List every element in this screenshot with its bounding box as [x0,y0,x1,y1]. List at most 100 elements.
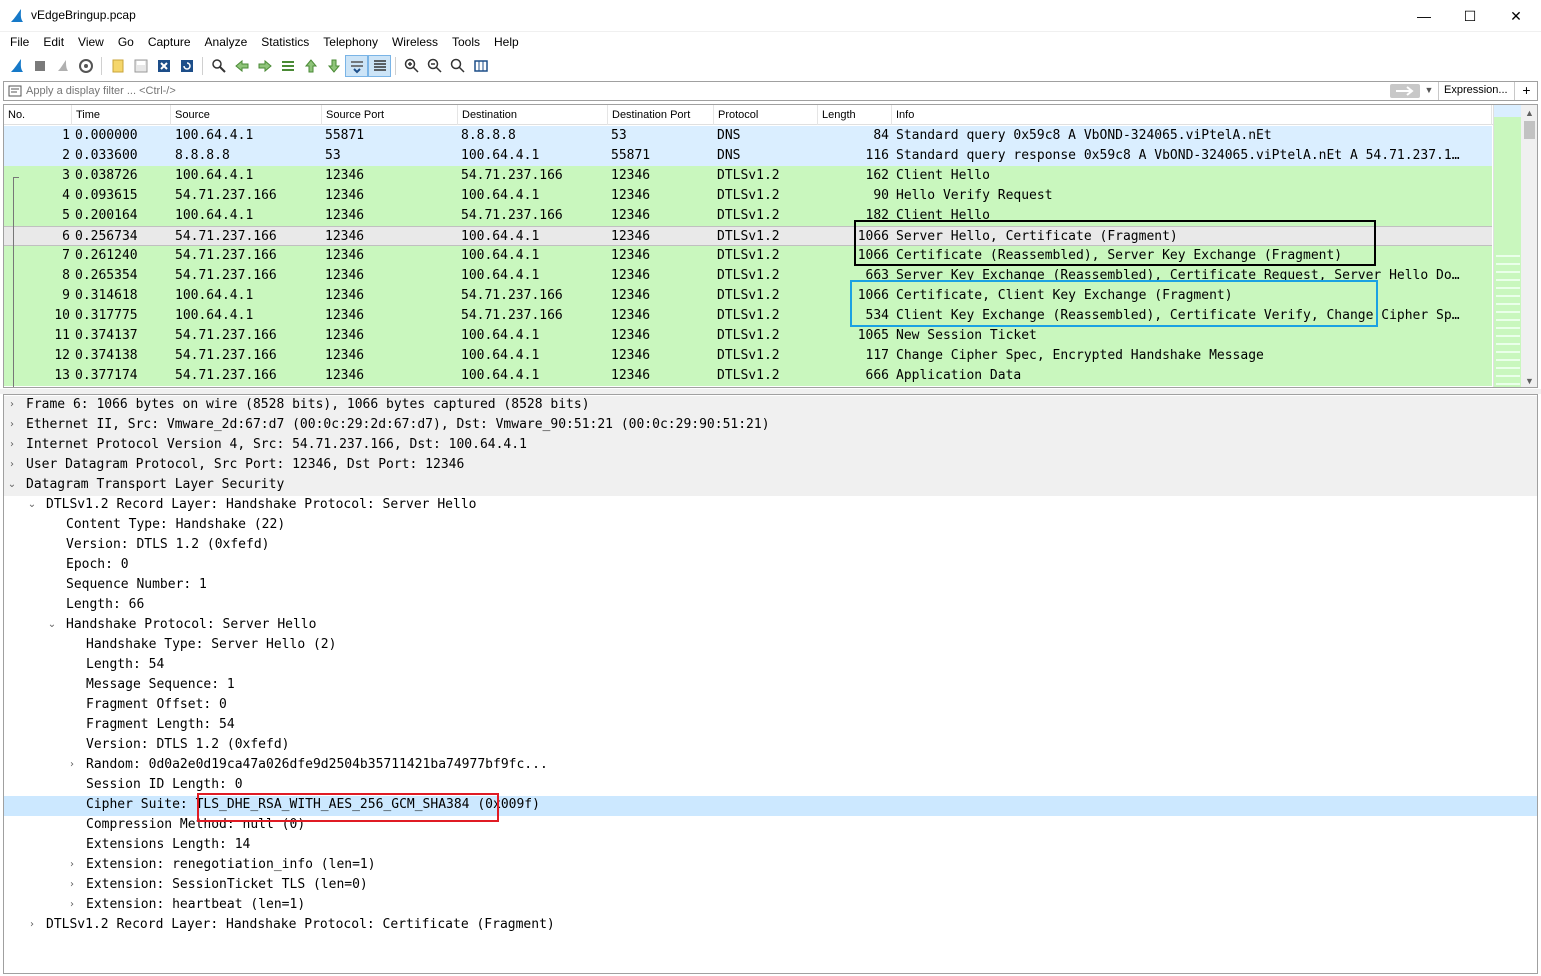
menu-help[interactable]: Help [487,32,526,52]
detail-tree-item[interactable]: Length: 66 [4,596,1537,616]
menu-capture[interactable]: Capture [141,32,198,52]
expand-arrow-icon[interactable]: › [66,759,78,770]
go-last-icon[interactable] [322,55,345,77]
detail-tree-item[interactable]: › Extension: renegotiation_info (len=1) [4,856,1537,876]
add-filter-button[interactable]: + [1514,82,1538,100]
packet-list-scrollbar[interactable]: ▲ ▼ [1521,105,1537,387]
detail-tree-item[interactable]: Epoch: 0 [4,556,1537,576]
capture-options-icon[interactable] [74,55,97,77]
stop-icon[interactable] [28,55,51,77]
column-header-info[interactable]: Info [892,105,1492,125]
detail-tree-item[interactable]: Fragment Offset: 0 [4,696,1537,716]
expand-arrow-icon[interactable]: › [66,859,78,870]
expression-button[interactable]: Expression... [1438,82,1513,100]
menu-wireless[interactable]: Wireless [385,32,445,52]
colorize-icon[interactable] [368,55,391,77]
detail-tree-item[interactable]: Sequence Number: 1 [4,576,1537,596]
open-file-icon[interactable] [106,55,129,77]
packet-row[interactable]: 3 0.038726 100.64.4.1 12346 54.71.237.166 123… [4,166,1492,186]
detail-tree-item[interactable]: Extensions Length: 14 [4,836,1537,856]
packet-row[interactable]: 11 0.374137 54.71.237.166 12346 100.64.4.1 12… [4,326,1492,346]
column-header-source-port[interactable]: Source Port [322,105,458,125]
column-header-no[interactable]: No. [4,105,72,125]
packet-row[interactable]: 8 0.265354 54.71.237.166 12346 100.64.4.1 123… [4,266,1492,286]
expand-arrow-icon[interactable]: › [6,459,18,470]
expand-arrow-icon[interactable]: › [26,919,38,930]
find-icon[interactable] [207,55,230,77]
detail-tree-item[interactable]: Session ID Length: 0 [4,776,1537,796]
shark-start-icon[interactable] [5,55,28,77]
close-file-icon[interactable] [152,55,175,77]
packet-row[interactable]: 2 0.033600 8.8.8.8 53 100.64.4.1 55871 DNS 116 S… [4,146,1492,166]
bookmark-filter-icon[interactable] [8,85,22,97]
packet-row[interactable]: 12 0.374138 54.71.237.166 12346 100.64.4.1 12… [4,346,1492,366]
menu-analyze[interactable]: Analyze [198,32,255,52]
detail-tree-item[interactable]: › Internet Protocol Version 4, Src: 54.71… [4,436,1537,456]
detail-tree-item[interactable]: Cipher Suite: TLS_DHE_RSA_WITH_AES_256_G… [4,796,1537,816]
collapse-arrow-icon[interactable]: ⌄ [26,499,38,510]
column-header-destination[interactable]: Destination [458,105,608,125]
detail-tree-item[interactable]: Handshake Type: Server Hello (2) [4,636,1537,656]
menu-edit[interactable]: Edit [36,32,71,52]
expand-arrow-icon[interactable]: › [6,439,18,450]
expand-arrow-icon[interactable]: › [66,899,78,910]
detail-tree-item[interactable]: ⌄ Datagram Transport Layer Security [4,476,1537,496]
reload-icon[interactable] [175,55,198,77]
column-header-destination-port[interactable]: Destination Port [608,105,714,125]
detail-tree-item[interactable]: Fragment Length: 54 [4,716,1537,736]
detail-tree-item[interactable]: Length: 54 [4,656,1537,676]
column-header-source[interactable]: Source [171,105,322,125]
collapse-arrow-icon[interactable]: ⌄ [6,479,18,490]
menu-file[interactable]: File [3,32,36,52]
menu-view[interactable]: View [71,32,111,52]
column-header-time[interactable]: Time [72,105,171,125]
autoscroll-icon[interactable] [345,55,368,77]
detail-tree-item[interactable]: ⌄ Handshake Protocol: Server Hello [4,616,1537,636]
zoom-out-icon[interactable] [423,55,446,77]
detail-tree-item[interactable]: › User Datagram Protocol, Src Port: 12346… [4,456,1537,476]
expand-arrow-icon[interactable]: › [6,419,18,430]
detail-tree-item[interactable]: Message Sequence: 1 [4,676,1537,696]
collapse-arrow-icon[interactable]: ⌄ [46,619,58,630]
packet-minimap[interactable] [1493,105,1522,387]
column-header-length[interactable]: Length [818,105,892,125]
detail-tree-item[interactable]: › Frame 6: 1066 bytes on wire (8528 bits)… [4,396,1537,416]
packet-row[interactable]: 4 0.093615 54.71.237.166 12346 100.64.4.1 123… [4,186,1492,206]
resize-columns-icon[interactable] [469,55,492,77]
column-header-protocol[interactable]: Protocol [714,105,818,125]
packet-row[interactable]: 1 0.000000 100.64.4.1 55871 8.8.8.8 53 DNS 84 St… [4,126,1492,146]
detail-tree-item[interactable]: Compression Method: null (0) [4,816,1537,836]
close-button[interactable]: ✕ [1493,0,1539,32]
packet-row[interactable]: 6 0.256734 54.71.237.166 12346 100.64.4.1 123… [4,226,1492,246]
detail-tree-item[interactable]: › Extension: heartbeat (len=1) [4,896,1537,916]
go-forward-icon[interactable] [253,55,276,77]
save-file-icon[interactable] [129,55,152,77]
packet-row[interactable]: 7 0.261240 54.71.237.166 12346 100.64.4.1 123… [4,246,1492,266]
packet-row[interactable]: 9 0.314618 100.64.4.1 12346 54.71.237.166 123… [4,286,1492,306]
scroll-up-icon[interactable]: ▲ [1521,105,1537,121]
packet-row[interactable]: 5 0.200164 100.64.4.1 12346 54.71.237.166 123… [4,206,1492,226]
scroll-down-icon[interactable]: ▼ [1521,373,1537,387]
scrollbar-thumb[interactable] [1524,121,1535,139]
menu-statistics[interactable]: Statistics [254,32,316,52]
expand-arrow-icon[interactable]: › [6,399,18,410]
go-back-icon[interactable] [230,55,253,77]
minimize-button[interactable]: — [1401,0,1447,32]
menu-go[interactable]: Go [111,32,141,52]
detail-tree-item[interactable]: ⌄ DTLSv1.2 Record Layer: Handshake Protoc… [4,496,1537,516]
menu-tools[interactable]: Tools [445,32,487,52]
detail-tree-item[interactable]: Version: DTLS 1.2 (0xfefd) [4,536,1537,556]
packet-row[interactable]: 13 0.377174 54.71.237.166 12346 100.64.4.1 12… [4,366,1492,386]
filter-history-dropdown-icon[interactable]: ▼ [1422,85,1436,95]
detail-tree-item[interactable]: Version: DTLS 1.2 (0xfefd) [4,736,1537,756]
go-to-packet-icon[interactable] [276,55,299,77]
detail-tree-item[interactable]: › Extension: SessionTicket TLS (len=0) [4,876,1537,896]
detail-tree-item[interactable]: › DTLSv1.2 Record Layer: Handshake Protoc… [4,916,1537,936]
packet-row[interactable]: 10 0.317775 100.64.4.1 12346 54.71.237.166 12… [4,306,1492,326]
maximize-button[interactable]: ☐ [1447,0,1493,32]
apply-filter-arrow-icon[interactable] [1390,84,1420,98]
zoom-in-icon[interactable] [400,55,423,77]
expand-arrow-icon[interactable]: › [66,879,78,890]
detail-tree-item[interactable]: Content Type: Handshake (22) [4,516,1537,536]
detail-tree-item[interactable]: › Random: 0d0a2e0d19ca47a026dfe9d2504b357… [4,756,1537,776]
